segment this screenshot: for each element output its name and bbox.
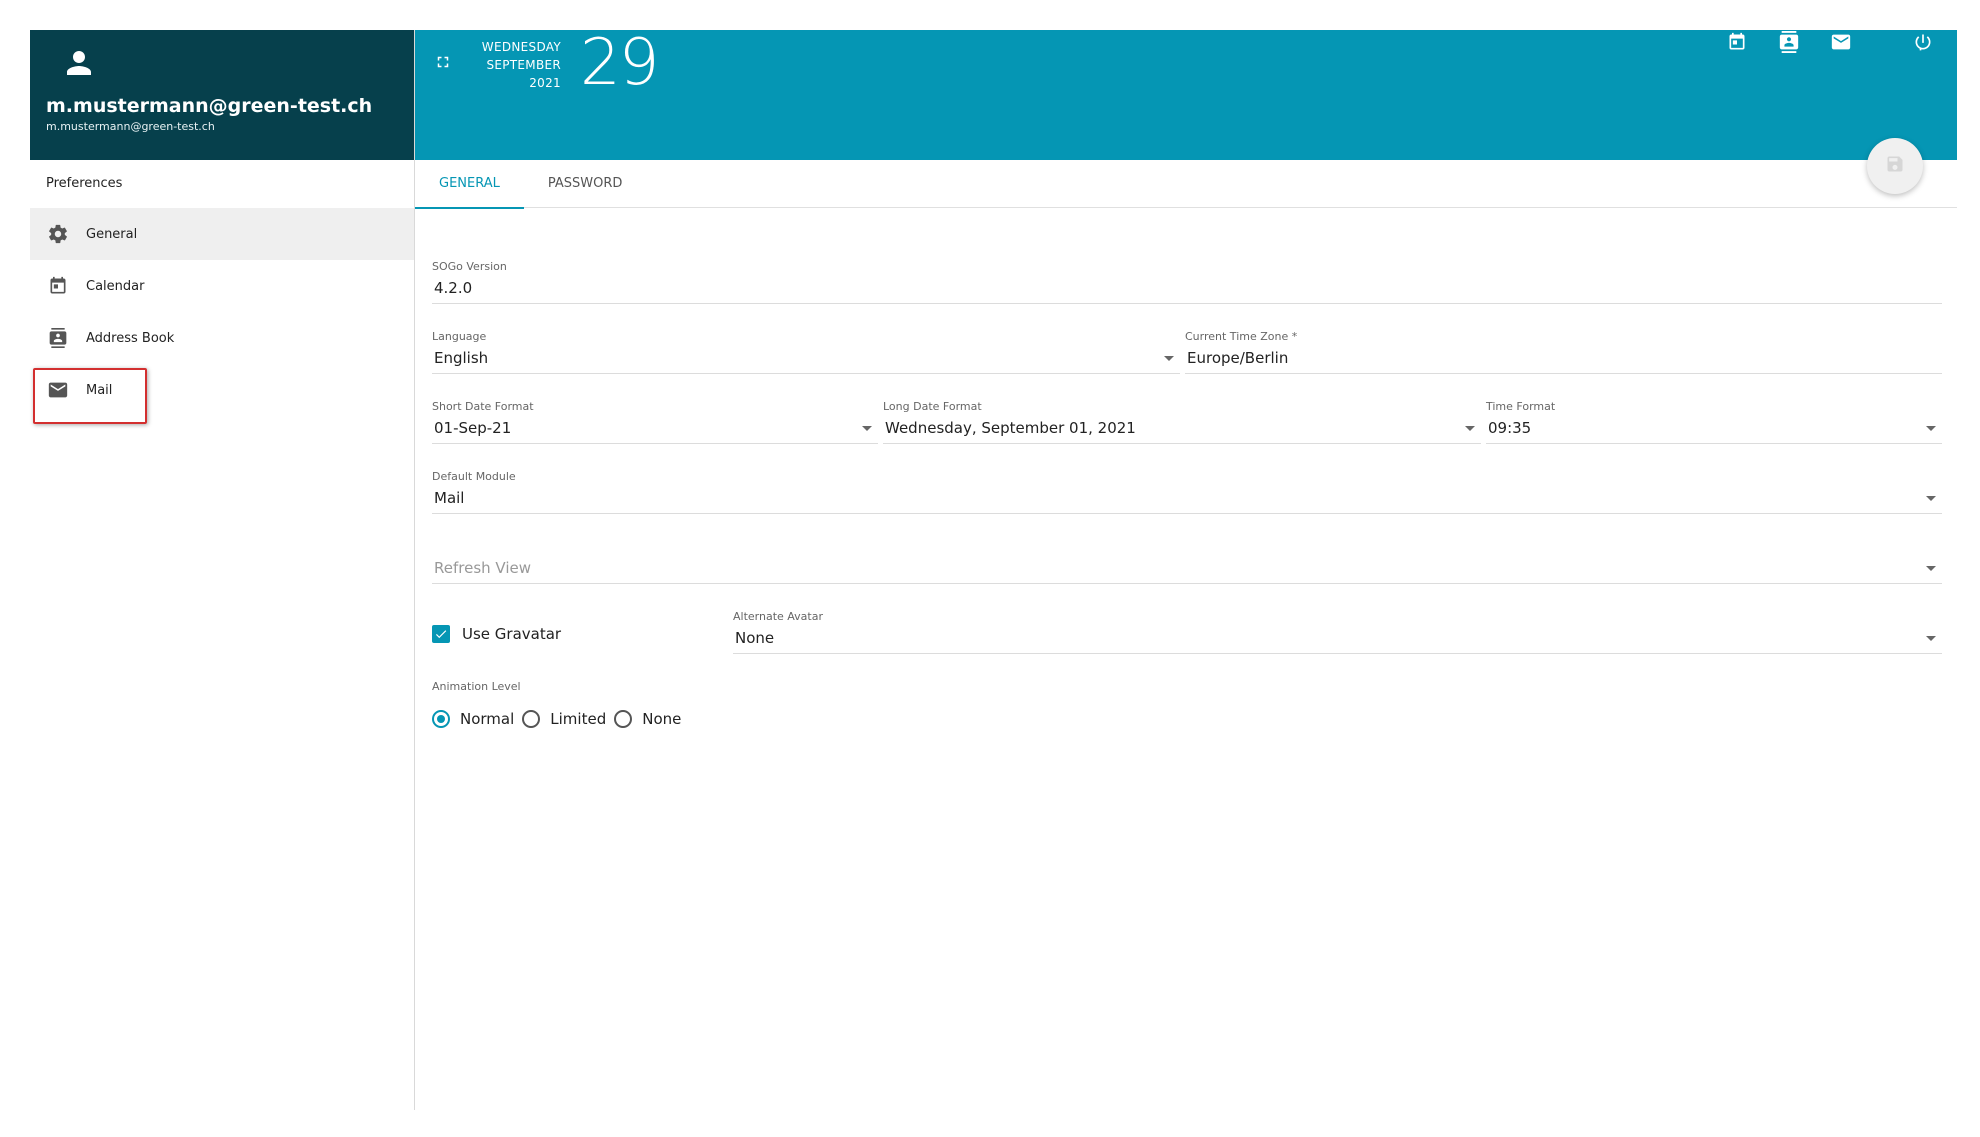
user-avatar-icon[interactable] <box>64 48 94 78</box>
date-day: 29 <box>580 26 659 100</box>
sidebar-item-label: Mail <box>86 382 113 398</box>
timezone-value: Europe/Berlin <box>1185 344 1942 374</box>
timezone-input[interactable]: Current Time Zone * Europe/Berlin <box>1185 330 1942 374</box>
sidebar: m.mustermann@green-test.ch m.mustermann@… <box>30 30 415 1110</box>
sidebar-item-label: Address Book <box>86 330 175 346</box>
animation-level-group: Animation Level <box>432 680 832 694</box>
contacts-icon <box>46 326 70 350</box>
long-date-value: Wednesday, September 01, 2021 <box>885 419 1136 437</box>
gear-icon <box>46 222 70 246</box>
contacts-icon[interactable] <box>1777 30 1801 54</box>
alternate-avatar-value: None <box>735 629 775 647</box>
fullscreen-icon[interactable] <box>431 50 455 74</box>
radio-label: Normal <box>460 710 515 728</box>
date-month: SEPTEMBER <box>486 58 561 72</box>
date-weekday: WEDNESDAY <box>481 40 561 54</box>
field-label: Language <box>432 330 487 343</box>
tab-password[interactable]: PASSWORD <box>524 160 647 208</box>
field-label: Long Date Format <box>883 400 982 413</box>
user-email: m.mustermann@green-test.ch <box>46 120 215 133</box>
mail-icon[interactable] <box>1829 30 1853 54</box>
sogo-version-value: 4.2.0 <box>432 274 1942 304</box>
user-name: m.mustermann@green-test.ch <box>46 95 373 117</box>
radio-normal[interactable]: Normal <box>432 710 514 728</box>
long-date-select[interactable]: Long Date Format Wednesday, September 01… <box>883 400 1481 444</box>
mail-icon <box>46 378 70 402</box>
use-gravatar-checkbox[interactable]: Use Gravatar <box>432 625 561 643</box>
animation-level-radios: Normal Limited None <box>432 710 689 728</box>
time-format-select[interactable]: Time Format 09:35 <box>1486 400 1942 444</box>
field-label: Animation Level <box>432 680 521 693</box>
save-icon <box>1885 154 1905 178</box>
sidebar-item-general[interactable]: General <box>30 208 414 260</box>
calendar-icon[interactable] <box>1725 30 1749 54</box>
field-label: Alternate Avatar <box>733 610 823 623</box>
save-button[interactable] <box>1867 138 1923 194</box>
tab-bar: GENERAL PASSWORD <box>415 160 1957 209</box>
language-select[interactable]: Language English <box>432 330 1180 374</box>
field-label: Time Format <box>1486 400 1556 413</box>
sidebar-section-title: Preferences <box>46 176 123 191</box>
alternate-avatar-select[interactable]: Alternate Avatar None <box>733 610 1942 654</box>
sidebar-item-mail[interactable]: Mail <box>30 364 414 424</box>
refresh-view-select[interactable]: Refresh View <box>432 540 1942 584</box>
chevron-down-icon <box>862 426 872 431</box>
top-bar: WEDNESDAY SEPTEMBER 2021 29 <box>415 30 1957 160</box>
sidebar-item-address-book[interactable]: Address Book <box>30 312 414 364</box>
checkbox-checked-icon <box>432 625 450 643</box>
date-year: 2021 <box>529 76 561 90</box>
radio-label: None <box>642 710 682 728</box>
power-icon[interactable] <box>1911 30 1935 54</box>
time-format-value: 09:35 <box>1488 419 1532 437</box>
app-window: m.mustermann@green-test.ch m.mustermann@… <box>30 30 1957 1110</box>
chevron-down-icon <box>1164 356 1174 361</box>
radio-unselected-icon <box>522 710 541 728</box>
field-label: Default Module <box>432 470 516 483</box>
language-value: English <box>434 349 489 367</box>
short-date-value: 01-Sep-21 <box>434 419 512 437</box>
field-label: SOGo Version <box>432 260 507 273</box>
radio-none[interactable]: None <box>614 710 681 728</box>
user-header: m.mustermann@green-test.ch m.mustermann@… <box>30 30 414 160</box>
date-header: WEDNESDAY SEPTEMBER 2021 <box>475 38 561 92</box>
sogo-version-field: SOGo Version 4.2.0 <box>432 260 1942 304</box>
tab-general[interactable]: GENERAL <box>415 160 524 209</box>
sidebar-item-label: General <box>86 226 138 242</box>
radio-limited[interactable]: Limited <box>522 710 606 728</box>
radio-selected-icon <box>432 710 450 728</box>
radio-label: Limited <box>550 710 607 728</box>
chevron-down-icon <box>1926 496 1936 501</box>
sidebar-item-label: Calendar <box>86 278 145 294</box>
radio-unselected-icon <box>614 710 633 728</box>
field-label: Short Date Format <box>432 400 534 413</box>
calendar-icon <box>46 274 70 298</box>
chevron-down-icon <box>1926 566 1936 571</box>
sidebar-item-calendar[interactable]: Calendar <box>30 260 414 312</box>
short-date-select[interactable]: Short Date Format 01-Sep-21 <box>432 400 878 444</box>
chevron-down-icon <box>1926 636 1936 641</box>
default-module-select[interactable]: Default Module Mail <box>432 470 1942 514</box>
default-module-value: Mail <box>434 489 465 507</box>
refresh-view-placeholder: Refresh View <box>434 559 532 577</box>
chevron-down-icon <box>1465 426 1475 431</box>
use-gravatar-label: Use Gravatar <box>462 625 562 643</box>
chevron-down-icon <box>1926 426 1936 431</box>
field-label: Current Time Zone * <box>1185 330 1298 343</box>
